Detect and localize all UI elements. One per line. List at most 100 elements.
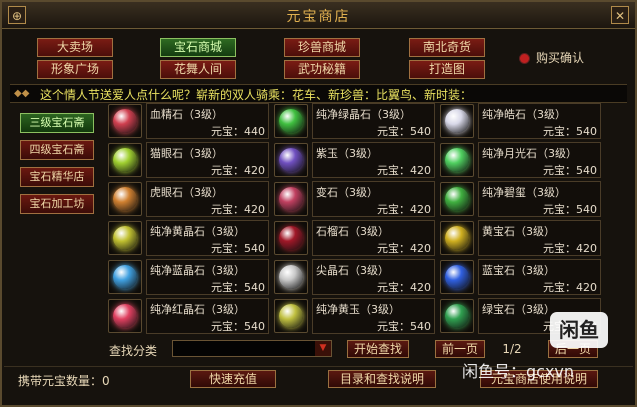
item-cell[interactable]: 石榴石（3级） 元宝：420 (272, 220, 435, 256)
green-crystal-icon[interactable] (274, 104, 308, 138)
item-name: 变石（3级） (316, 186, 378, 199)
start-search-button[interactable]: 开始查找 (347, 340, 409, 358)
item-name: 纯净红晶石（3级） (150, 303, 245, 316)
blue-crystal-icon[interactable] (108, 260, 142, 294)
buy-confirm-label: 购买确认 (536, 51, 585, 65)
gem-shape (445, 265, 469, 289)
purple-jade-icon[interactable] (274, 143, 308, 177)
prev-page-button[interactable]: 前一页 (435, 340, 485, 358)
item-cell[interactable]: 黄宝石（3级） 元宝：420 (438, 220, 601, 256)
sidebar-item-gem-workshop[interactable]: 宝石加工坊 (20, 194, 94, 214)
item-info[interactable]: 猫眼石（3级） 元宝：420 (146, 142, 269, 178)
item-name: 尖晶石（3级） (316, 264, 389, 277)
item-price: 元宝：540 (211, 242, 265, 255)
item-info[interactable]: 蓝宝石（3级） 元宝：420 (478, 259, 601, 295)
item-info[interactable]: 纯净碧玺（3级） 元宝：540 (478, 181, 601, 217)
item-cell[interactable]: 纯净绿晶石（3级） 元宝：540 (272, 103, 435, 139)
item-price: 元宝：440 (211, 125, 265, 138)
item-cell[interactable]: 纯净皓石（3级） 元宝：540 (438, 103, 601, 139)
red-crystal-icon[interactable] (108, 299, 142, 333)
yellow-jade-icon[interactable] (274, 299, 308, 333)
emerald-icon[interactable] (440, 299, 474, 333)
item-info[interactable]: 石榴石（3级） 元宝：420 (312, 220, 435, 256)
item-info[interactable]: 纯净绿晶石（3级） 元宝：540 (312, 103, 435, 139)
item-info[interactable]: 黄宝石（3级） 元宝：420 (478, 220, 601, 256)
sidebar-item-level3-gems[interactable]: 三级宝石斋 (20, 113, 94, 133)
nav-tab-auction-hall[interactable]: 大卖场 (37, 38, 113, 57)
item-info[interactable]: 虎眼石（3级） 元宝：420 (146, 181, 269, 217)
item-cell[interactable]: 纯净黄晶石（3级） 元宝：540 (106, 220, 269, 256)
buy-confirm-toggle[interactable]: 购买确认 (519, 49, 584, 66)
item-price: 元宝：420 (377, 203, 431, 216)
item-name: 纯净皓石（3级） (482, 108, 566, 121)
nav-tab-flower-dance[interactable]: 花舞人间 (160, 60, 236, 79)
item-info[interactable]: 纯净黄晶石（3级） 元宝：540 (146, 220, 269, 256)
gem-shape (279, 148, 303, 172)
item-cell[interactable]: 紫玉（3级） 元宝：420 (272, 142, 435, 178)
quick-recharge-button[interactable]: 快速充值 (190, 370, 276, 388)
item-name: 纯净绿晶石（3级） (316, 108, 411, 121)
item-info[interactable]: 纯净红晶石（3级） 元宝：540 (146, 298, 269, 334)
item-name: 纯净蓝晶石（3级） (150, 264, 245, 277)
gem-shape (279, 109, 303, 133)
item-cell[interactable]: 猫眼石（3级） 元宝：420 (106, 142, 269, 178)
item-name: 纯净黄玉（3级） (316, 303, 400, 316)
item-cell[interactable]: 蓝宝石（3级） 元宝：420 (438, 259, 601, 295)
item-info[interactable]: 纯净月光石（3级） 元宝：540 (478, 142, 601, 178)
item-cell[interactable]: 纯净红晶石（3级） 元宝：540 (106, 298, 269, 334)
tourmaline-icon[interactable] (440, 182, 474, 216)
item-info[interactable]: 纯净黄玉（3级） 元宝：540 (312, 298, 435, 334)
item-info[interactable]: 紫玉（3级） 元宝：420 (312, 142, 435, 178)
item-cell[interactable]: 纯净黄玉（3级） 元宝：540 (272, 298, 435, 334)
nav-tab-martial-manuals[interactable]: 武功秘籍 (284, 60, 360, 79)
item-name: 紫玉（3级） (316, 147, 378, 160)
gem-shape (279, 304, 303, 328)
garnet-icon[interactable] (274, 221, 308, 255)
sidebar-item-level4-gems[interactable]: 四级宝石斋 (20, 140, 94, 160)
item-price: 元宝：540 (543, 164, 597, 177)
item-cell[interactable]: 纯净月光石（3级） 元宝：540 (438, 142, 601, 178)
sidebar-item-gem-essence[interactable]: 宝石精华店 (20, 167, 94, 187)
announcement-marquee: ◆◆ 这个情人节送爱人点什么呢？崭新的双人骑乘：花车、新珍兽：比翼鸟、新时装： (10, 84, 627, 103)
item-grid: 血精石（3级） 元宝：440 纯净绿晶石（3级） 元宝：540 纯净皓石（3级） 元宝：5… (106, 103, 606, 334)
yellow-crystal-icon[interactable] (108, 221, 142, 255)
chevron-down-icon[interactable]: ▼ (315, 341, 331, 356)
gem-shape (113, 109, 137, 133)
nav-tab-forge-blueprints[interactable]: 打造图 (409, 60, 485, 79)
gem-shape (113, 148, 137, 172)
moonstone-icon[interactable] (440, 143, 474, 177)
item-cell[interactable]: 血精石（3级） 元宝：440 (106, 103, 269, 139)
item-info[interactable]: 血精石（3级） 元宝：440 (146, 103, 269, 139)
change-gem-icon[interactable] (274, 182, 308, 216)
blood-gem-icon[interactable] (108, 104, 142, 138)
cat-eye-gem-icon[interactable] (108, 143, 142, 177)
sapphire-icon[interactable] (440, 260, 474, 294)
item-cell[interactable]: 尖晶石（3级） 元宝：420 (272, 259, 435, 295)
close-icon[interactable]: ✕ (611, 6, 629, 24)
item-name: 纯净月光石（3级） (482, 147, 577, 160)
item-name: 蓝宝石（3级） (482, 264, 555, 277)
nav-tab-pet-mall[interactable]: 珍兽商城 (284, 38, 360, 57)
item-info[interactable]: 变石（3级） 元宝：420 (312, 181, 435, 217)
search-category-select[interactable]: ▼ (172, 340, 332, 357)
item-cell[interactable]: 纯净碧玺（3级） 元宝：540 (438, 181, 601, 217)
tiger-eye-icon[interactable] (108, 182, 142, 216)
item-cell[interactable]: 虎眼石（3级） 元宝：420 (106, 181, 269, 217)
marquee-text: 这个情人节送爱人点什么呢？崭新的双人骑乘：花车、新珍兽：比翼鸟、新时装： (40, 88, 473, 102)
gem-shape (279, 265, 303, 289)
white-gem-icon[interactable] (440, 104, 474, 138)
spinel-icon[interactable] (274, 260, 308, 294)
item-info[interactable]: 纯净皓石（3级） 元宝：540 (478, 103, 601, 139)
nav-tab-appearance-plaza[interactable]: 形象广场 (37, 60, 113, 79)
topaz-icon[interactable] (440, 221, 474, 255)
carried-yuanbao-label: 携带元宝数量：0 (18, 374, 110, 388)
nav-tab-gem-mall[interactable]: 宝石商城 (160, 38, 236, 57)
item-info[interactable]: 尖晶石（3级） 元宝：420 (312, 259, 435, 295)
radio-dot-icon[interactable] (519, 53, 530, 64)
item-info[interactable]: 纯净蓝晶石（3级） 元宝：540 (146, 259, 269, 295)
item-cell[interactable]: 纯净蓝晶石（3级） 元宝：540 (106, 259, 269, 295)
nav-tab-rare-goods[interactable]: 南北奇货 (409, 38, 485, 57)
catalog-help-button[interactable]: 目录和查找说明 (328, 370, 436, 388)
gem-shape (113, 265, 137, 289)
item-cell[interactable]: 变石（3级） 元宝：420 (272, 181, 435, 217)
